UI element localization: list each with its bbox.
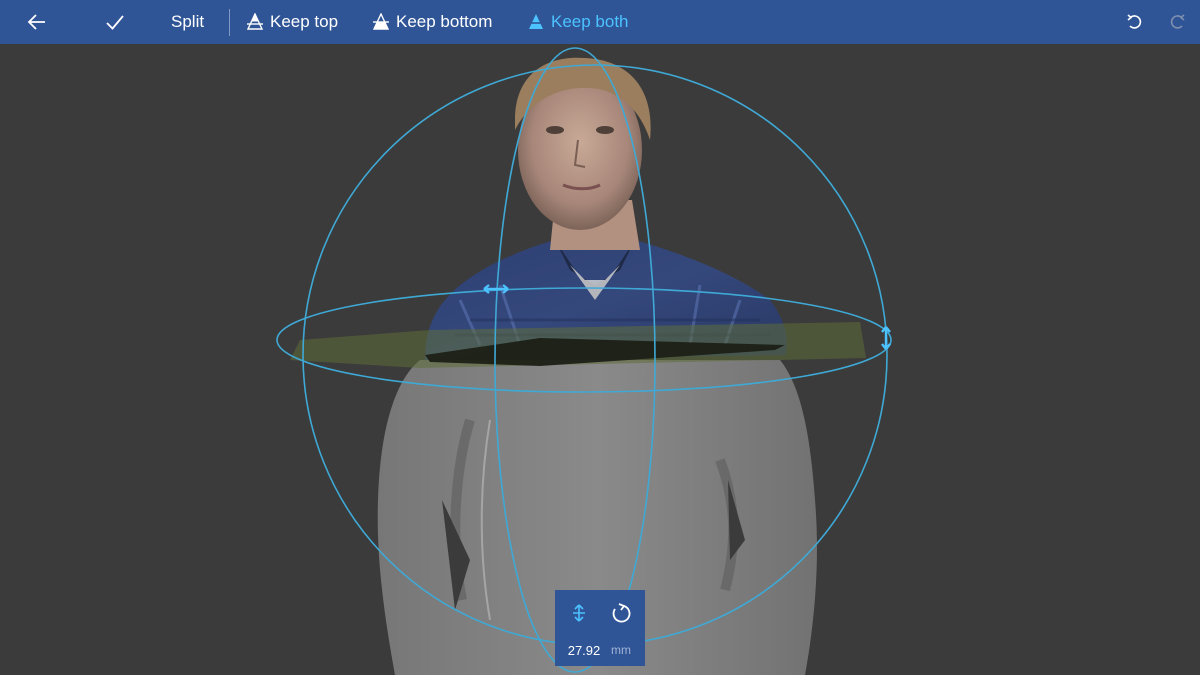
offset-unit: mm [611, 643, 631, 657]
transform-panel: 27.92 mm [555, 590, 645, 666]
move-vertical-icon [570, 603, 588, 628]
keep-both-label: Keep both [551, 12, 629, 31]
rotate-mode-button[interactable] [601, 598, 641, 632]
keep-both-icon [528, 13, 544, 31]
keep-both-button[interactable]: Keep both [528, 0, 629, 44]
offset-value[interactable]: 27.92 [561, 643, 607, 658]
redo-button[interactable] [1168, 0, 1193, 44]
keep-top-button[interactable]: Keep top [247, 0, 338, 44]
undo-button[interactable] [1126, 0, 1151, 44]
keep-top-label: Keep top [270, 12, 339, 31]
confirm-button[interactable] [104, 0, 133, 44]
redo-icon [1168, 13, 1186, 31]
keep-bottom-button[interactable]: Keep bottom [373, 0, 492, 44]
3d-viewport[interactable]: 27.92 mm [0, 44, 1200, 675]
back-button[interactable] [26, 0, 55, 44]
undo-icon [1126, 13, 1144, 31]
rotate-icon [610, 602, 632, 629]
scene-canvas [276, 47, 892, 675]
split-button[interactable]: Split [171, 0, 204, 44]
checkmark-icon [104, 11, 126, 33]
split-label: Split [171, 12, 205, 31]
back-arrow-icon [26, 11, 48, 33]
model-top-half [425, 57, 787, 360]
keep-bottom-label: Keep bottom [396, 12, 493, 31]
toolbar-divider [229, 9, 230, 36]
app-window: Split Keep top Keep bottom Keep both 27.… [0, 0, 1200, 675]
move-mode-button[interactable] [559, 598, 599, 632]
keep-bottom-icon [373, 13, 389, 31]
vertical-move-handle[interactable] [881, 326, 891, 350]
split-toolbar: Split Keep top Keep bottom Keep both [0, 0, 1200, 44]
keep-top-icon [247, 13, 263, 31]
